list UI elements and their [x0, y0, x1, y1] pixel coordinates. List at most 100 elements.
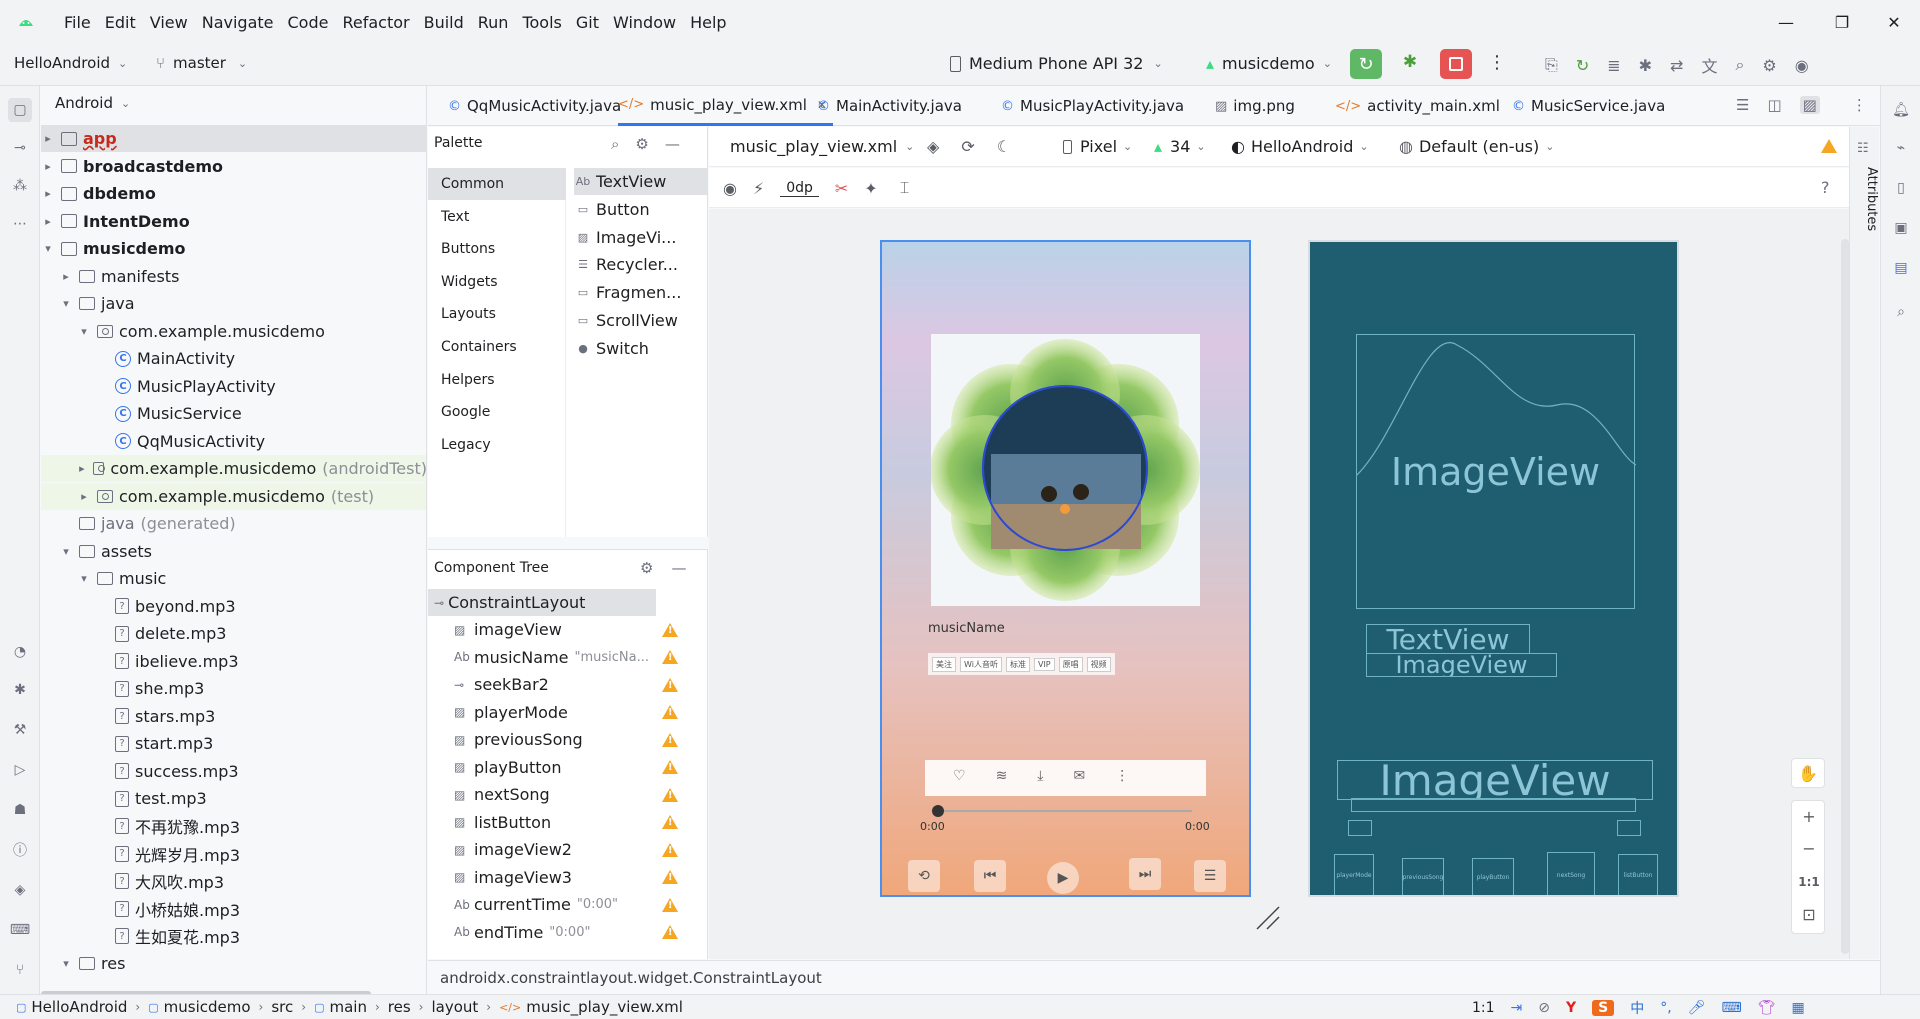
services-icon[interactable]: ◈: [8, 878, 32, 902]
menu-tools[interactable]: Tools: [515, 13, 568, 32]
rerun-button[interactable]: ↻: [1350, 49, 1382, 79]
menu-run[interactable]: Run: [471, 13, 516, 32]
pan-button[interactable]: ✋: [1791, 758, 1825, 788]
tag-chip[interactable]: 美注: [932, 656, 956, 672]
tree-item[interactable]: ? test.mp3: [41, 785, 426, 812]
warning-icon[interactable]: [662, 622, 678, 637]
running-devices-icon[interactable]: ▣: [1889, 216, 1913, 240]
tree-item[interactable]: ▾ java: [41, 290, 426, 317]
skin-icon[interactable]: 👕︎: [1758, 1000, 1776, 1016]
menu-git[interactable]: Git: [569, 13, 606, 32]
tag-chip[interactable]: VIP: [1033, 657, 1055, 671]
tree-item[interactable]: C QqMusicActivity: [41, 428, 426, 455]
close-window-button[interactable]: ✕: [1866, 0, 1920, 44]
next-song-button[interactable]: ⏭: [1129, 858, 1161, 890]
palette-item[interactable]: ☰ Recycler...: [574, 251, 678, 278]
component-tree-item[interactable]: Ab endTime "0:00": [428, 919, 684, 946]
guidelines-icon[interactable]: ⌶: [900, 178, 910, 198]
search-icon[interactable]: ⌕: [611, 135, 619, 153]
api-level-selector[interactable]: ▴ 34 ⌄: [1154, 137, 1206, 156]
component-tree-item[interactable]: ▨ imageView2: [428, 836, 684, 863]
comment-icon[interactable]: ✉: [1074, 768, 1086, 784]
blueprint-control-0[interactable]: playerMode: [1334, 854, 1374, 895]
tree-item[interactable]: java (generated): [41, 510, 426, 537]
blueprint-control-3[interactable]: nextSong: [1547, 852, 1595, 895]
component-tree-item[interactable]: ▨ playerMode: [428, 699, 684, 726]
chevron-down-icon[interactable]: ▾: [59, 297, 73, 310]
component-tree-item[interactable]: ▨ imageView: [428, 616, 684, 643]
tree-item[interactable]: ▾ musicdemo: [41, 235, 426, 262]
download-icon[interactable]: ⤓: [1037, 768, 1043, 784]
editor-tab[interactable]: © MusicPlayActivity.java: [1001, 86, 1184, 126]
search-icon[interactable]: ⌕: [1735, 55, 1744, 75]
tree-item[interactable]: ▾ res: [41, 950, 426, 977]
tree-item[interactable]: ▸ dbdemo: [41, 180, 426, 207]
tree-item[interactable]: ▾ music: [41, 565, 426, 592]
blueprint-action-bar[interactable]: ImageView: [1337, 760, 1653, 800]
device-explorer-icon[interactable]: ▯: [1889, 176, 1913, 200]
translate-icon[interactable]: 文: [1701, 53, 1717, 77]
tag-chip[interactable]: Wi人音听: [960, 656, 1002, 672]
menu-refactor[interactable]: Refactor: [335, 13, 416, 32]
project-tool-icon[interactable]: ▢: [8, 98, 32, 122]
orientation-icon[interactable]: ⟳: [961, 137, 974, 156]
tree-item[interactable]: ▸ app: [41, 125, 426, 152]
tree-item[interactable]: ? stars.mp3: [41, 703, 426, 730]
chevron-right-icon[interactable]: ▸: [41, 160, 55, 173]
build-tool-icon[interactable]: ⚒: [8, 718, 32, 742]
tree-item[interactable]: ? she.mp3: [41, 675, 426, 702]
warning-icon[interactable]: [662, 897, 678, 912]
tree-item[interactable]: ▸ com.example.musicdemo (androidTest): [41, 455, 426, 482]
blueprint-seek-bar[interactable]: [1351, 798, 1636, 812]
zoom-in-button[interactable]: +: [1792, 801, 1826, 831]
layout-inspector-icon[interactable]: ▤: [1889, 256, 1913, 280]
tree-item[interactable]: C MusicPlayActivity: [41, 373, 426, 400]
like-icon[interactable]: ♡: [953, 768, 966, 784]
warning-icon[interactable]: [662, 925, 678, 939]
sound-effect-icon[interactable]: ≋: [996, 768, 1008, 784]
split-view-icon[interactable]: ◫: [1767, 96, 1781, 114]
more-tabs-icon[interactable]: ⋮: [1852, 96, 1867, 114]
blueprint-control-4[interactable]: listButton: [1618, 854, 1658, 895]
menu-build[interactable]: Build: [417, 13, 471, 32]
chevron-down-icon[interactable]: ▾: [41, 242, 55, 255]
tree-item[interactable]: ? ibelieve.mp3: [41, 648, 426, 675]
chevron-right-icon[interactable]: ▸: [77, 490, 91, 503]
palette-item[interactable]: ▭ Fragmen...: [574, 279, 682, 306]
palette-item[interactable]: Ab TextView: [574, 168, 708, 195]
problems-icon[interactable]: ⓘ: [8, 838, 32, 862]
tree-item[interactable]: ? 光辉岁月.mp3: [41, 840, 426, 867]
tree-item[interactable]: ? beyond.mp3: [41, 593, 426, 620]
breadcrumb-item[interactable]: src: [271, 998, 293, 1016]
chevron-down-icon[interactable]: ▾: [59, 957, 73, 970]
device-selector[interactable]: Medium Phone API 32 ⌄: [950, 54, 1163, 73]
resize-handle-icon[interactable]: [1253, 903, 1283, 933]
blueprint-control-1[interactable]: previousSong: [1402, 858, 1444, 895]
gear-icon[interactable]: ⚙: [635, 135, 648, 153]
chevron-right-icon[interactable]: ▸: [41, 187, 55, 200]
seek-thumb[interactable]: [932, 805, 944, 817]
palette-item[interactable]: ● Switch: [574, 335, 649, 362]
apply-code-icon[interactable]: ↻: [1576, 56, 1589, 75]
menu-help[interactable]: Help: [683, 13, 733, 32]
debug-button[interactable]: ✱: [1398, 52, 1422, 76]
layers-icon[interactable]: ◈: [927, 137, 939, 156]
chevron-right-icon[interactable]: ▸: [59, 270, 73, 283]
device-preview-selector[interactable]: Pixel ⌄: [1063, 137, 1132, 156]
breadcrumb-item[interactable]: ▢ main: [314, 998, 367, 1016]
menu-code[interactable]: Code: [281, 13, 336, 32]
autoconnect-icon[interactable]: ⚡: [753, 179, 764, 198]
component-tree-item[interactable]: ▨ playButton: [428, 754, 684, 781]
tree-item[interactable]: ▸ IntentDemo: [41, 208, 426, 235]
apply-changes-icon[interactable]: ⎘: [1545, 55, 1558, 75]
album-cover-image[interactable]: [931, 334, 1200, 606]
more-actions-button[interactable]: ⋮: [1488, 52, 1506, 76]
menu-file[interactable]: File: [57, 13, 98, 32]
more-icon[interactable]: ⋮: [1115, 768, 1129, 784]
tree-root-constraintlayout[interactable]: ⊸ ConstraintLayout: [428, 589, 656, 616]
code-view-icon[interactable]: ☰: [1736, 96, 1749, 114]
editor-tab[interactable]: </> activity_main.xml: [1335, 86, 1500, 126]
chevron-down-icon[interactable]: ▾: [77, 325, 91, 338]
chevron-down-icon[interactable]: ▾: [77, 572, 91, 585]
tag-chip[interactable]: 标准: [1005, 656, 1030, 672]
